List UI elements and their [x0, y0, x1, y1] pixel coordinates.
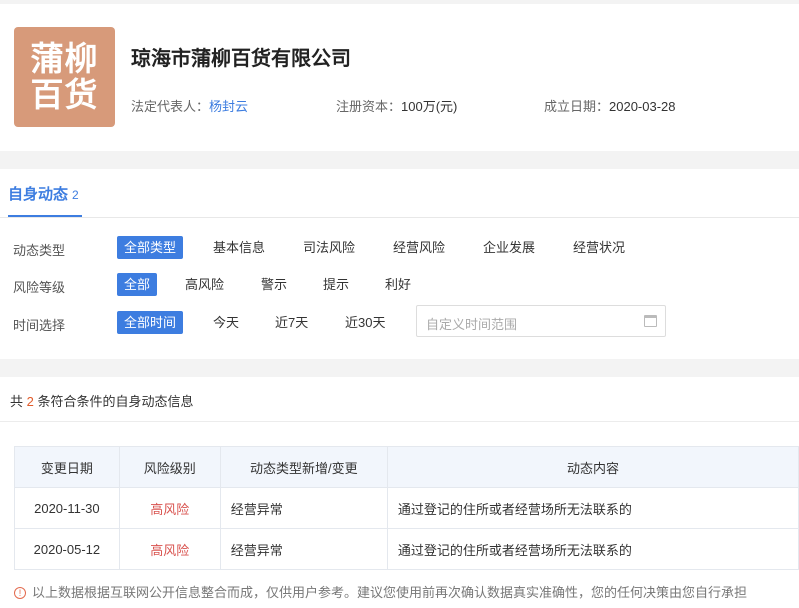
- disclaimer: ! 以上数据根据互联网公开信息整合而成，仅供用户参考。建议您使用前再次确认数据真实…: [14, 582, 747, 601]
- result-count: 共 2 条符合条件的自身动态信息: [10, 391, 194, 410]
- row-risk: 高风险: [118, 528, 221, 570]
- filter-risk-notice[interactable]: 提示: [316, 273, 356, 296]
- result-section: 共 2 条符合条件的自身动态信息 变更日期 风险级别 动态类型新增/变更 动态内…: [0, 377, 799, 608]
- logo-text-line2: 百货: [30, 76, 99, 113]
- tab-self-dynamics[interactable]: 自身动态 2: [8, 183, 79, 204]
- table-row: 2020-11-30 高风险 经营异常 通过登记的住所或者经营场所无法联系的: [14, 487, 799, 529]
- filter-risk-label: 风险等级: [13, 280, 66, 295]
- header-change-date: 变更日期: [14, 446, 120, 488]
- legal-rep-label: 法定代表人：: [131, 99, 210, 114]
- capital-label: 注册资本：: [336, 99, 402, 114]
- filter-row-type: 动态类型 全部类型 基本信息 司法风险 经营风险 企业发展 经营状况: [0, 236, 799, 260]
- result-prefix: 共: [10, 394, 24, 409]
- warning-icon: !: [14, 587, 26, 599]
- capital-value: 100万(元): [401, 99, 458, 114]
- founded-label: 成立日期：: [544, 99, 610, 114]
- company-card: 蒲柳 百货 琼海市蒲柳百货有限公司 法定代表人：杨封云 注册资本：100万(元)…: [0, 4, 799, 151]
- filter-type-basic[interactable]: 基本信息: [206, 236, 272, 259]
- filter-type-judicial[interactable]: 司法风险: [296, 236, 362, 259]
- disclaimer-text: 以上数据根据互联网公开信息整合而成，仅供用户参考。建议您使用前再次确认数据真实准…: [32, 585, 748, 600]
- tab-divider: [0, 217, 799, 218]
- result-count-number: 2: [26, 394, 34, 409]
- company-name[interactable]: 琼海市蒲柳百货有限公司: [131, 42, 351, 71]
- result-suffix: 条符合条件的自身动态信息: [37, 394, 194, 409]
- filter-row-risk: 风险等级 全部 高风险 警示 提示 利好: [0, 273, 799, 297]
- filter-type-development[interactable]: 企业发展: [476, 236, 542, 259]
- header-dynamic-content: 动态内容: [386, 446, 799, 488]
- tab-label: 自身动态: [8, 186, 69, 203]
- filter-risk-warning[interactable]: 警示: [254, 273, 294, 296]
- filter-panel: 自身动态 2 动态类型 全部类型 基本信息 司法风险 经营风险 企业发展 经营状况…: [0, 169, 799, 359]
- row-date: 2020-11-30: [14, 487, 120, 529]
- filter-type-status[interactable]: 经营状况: [566, 236, 632, 259]
- date-range-placeholder: 自定义时间范围: [426, 317, 518, 332]
- date-range-input[interactable]: 自定义时间范围: [416, 305, 666, 337]
- legal-representative: 法定代表人：杨封云: [131, 96, 248, 115]
- row-type: 经营异常: [219, 528, 388, 570]
- header-risk-level: 风险级别: [118, 446, 221, 488]
- table-header-row: 变更日期 风险级别 动态类型新增/变更 动态内容: [14, 446, 799, 488]
- row-content: 通过登记的住所或者经营场所无法联系的: [386, 487, 799, 529]
- filter-time-7days[interactable]: 近7天: [268, 311, 315, 334]
- filter-time-all[interactable]: 全部时间: [117, 311, 184, 334]
- dynamics-table: 变更日期 风险级别 动态类型新增/变更 动态内容 2020-11-30 高风险 …: [14, 446, 799, 570]
- row-risk: 高风险: [118, 487, 221, 529]
- legal-rep-link[interactable]: 杨封云: [209, 99, 248, 114]
- founded-date: 成立日期：2020-03-28: [544, 96, 676, 115]
- filter-time-label: 时间选择: [13, 318, 66, 333]
- filter-risk-positive[interactable]: 利好: [378, 273, 418, 296]
- row-content: 通过登记的住所或者经营场所无法联系的: [386, 528, 799, 570]
- tab-count: 2: [72, 188, 79, 202]
- table-row: 2020-05-12 高风险 经营异常 通过登记的住所或者经营场所无法联系的: [14, 528, 799, 570]
- filter-time-30days[interactable]: 近30天: [338, 311, 392, 334]
- header-dynamic-type: 动态类型新增/变更: [219, 446, 388, 488]
- calendar-icon: [644, 315, 657, 327]
- filter-risk-all[interactable]: 全部: [117, 273, 158, 296]
- row-type: 经营异常: [219, 487, 388, 529]
- filter-risk-high[interactable]: 高风险: [178, 273, 231, 296]
- registered-capital: 注册资本：100万(元): [336, 96, 457, 115]
- filter-type-all[interactable]: 全部类型: [117, 236, 184, 259]
- filter-row-time: 时间选择 全部时间 今天 近7天 近30天 自定义时间范围: [0, 305, 799, 337]
- filter-type-label: 动态类型: [13, 243, 66, 258]
- founded-value: 2020-03-28: [609, 99, 676, 114]
- company-logo: 蒲柳 百货: [14, 27, 115, 127]
- logo-text-line1: 蒲柳: [30, 40, 99, 77]
- filter-time-today[interactable]: 今天: [206, 311, 246, 334]
- row-date: 2020-05-12: [14, 528, 120, 570]
- result-divider: [0, 421, 799, 422]
- filter-type-operation-risk[interactable]: 经营风险: [386, 236, 452, 259]
